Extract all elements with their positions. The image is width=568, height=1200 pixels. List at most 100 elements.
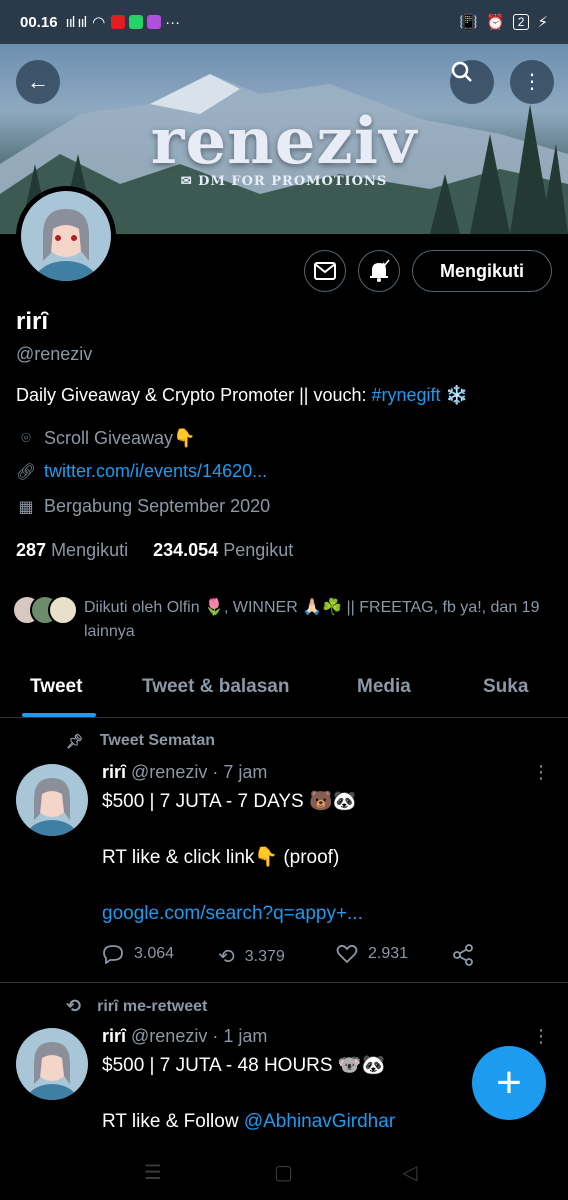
bio-emoji: ❄️ [445,385,468,405]
pin-icon: 📌︎ [66,732,84,749]
followers-count: 234.054 [153,540,219,560]
alarm-icon: ⏰ [486,14,505,31]
status-bar: 00.16 ııl ııl ◠ ··· 📳 ⏰ 2 ⚡ [0,0,568,44]
compose-tweet-button[interactable]: + [472,1046,546,1120]
website-link[interactable]: twitter.com/i/events/14620... [44,461,267,482]
share-icon [453,944,473,966]
followers-stat[interactable]: 234.054 Pengikut [153,540,293,560]
location-pin-icon: ⌾ [21,429,31,447]
tweet-author-handle[interactable]: @reneziv [131,762,207,782]
tweet-body[interactable]: $500 | 7 JUTA - 7 DAYS 🐻🐼 RT like & clic… [102,788,363,928]
mail-icon [314,262,336,280]
profile-tabs: Tweet Tweet & balasan Media Suka [0,660,568,718]
tweet-header: rirȋ @reneziv · 1 jam [102,1026,267,1047]
signal-icon: ııl ııl [65,13,87,31]
avatar-illustration [21,191,111,281]
following-count: 287 [16,540,47,560]
like-button[interactable]: 2.931 [336,944,408,964]
retweet-context: ⟲ rirȋ me-retweet [66,996,207,1017]
following-stat[interactable]: 287 Mengikuti [16,540,128,560]
active-tab-indicator [22,713,96,717]
bell-check-icon [370,259,390,282]
avatar [48,595,78,625]
tab-media[interactable]: Media [357,676,411,698]
wifi-icon: ◠ [92,14,106,31]
following-button[interactable]: Mengikuti [412,250,552,292]
message-button[interactable] [304,250,346,292]
vibrate-icon: 📳 [459,14,479,31]
tweet-more-icon[interactable]: ⋮ [532,762,550,783]
pinned-label: Tweet Sematan [99,732,216,749]
tweet-author-name[interactable]: rirȋ [102,762,126,782]
back-arrow-icon: ← [27,69,49,94]
nav-back-icon[interactable]: ◁ [402,1160,417,1185]
search-icon [451,61,472,82]
bio-text: Daily Giveaway & Crypto Promoter || vouc… [16,385,372,405]
bio-hashtag-link[interactable]: #rynegift [371,385,440,405]
retweet-context-icon: ⟲ [66,996,82,1016]
tweet-time: · 7 jam [212,762,268,782]
tweet-line-text: RT like & Follow [102,1111,244,1132]
retweet-button[interactable]: ⟲ 3.379 [218,944,285,969]
link-icon: 🔗︎ [16,463,37,481]
like-count: 2.931 [368,945,409,962]
profile-name: rirȋ [16,308,49,335]
tweet-author-handle[interactable]: @reneziv [131,1026,207,1046]
search-button[interactable] [450,60,494,104]
profile-location: ⌾ Scroll Giveaway👇 [16,428,195,449]
profile-avatar[interactable] [16,186,116,286]
tweet-mention-link[interactable]: @AbhinavGirdhar [244,1111,395,1132]
pinned-context: 📌︎ Tweet Sematan [66,732,215,750]
tweet-line: $500 | 7 JUTA - 7 DAYS 🐻🐼 [102,791,357,812]
tab-tweets[interactable]: Tweet [30,676,82,698]
tweet-link[interactable]: google.com/search?q=appy+... [102,900,363,928]
retweet-icon: ⟲ [218,946,235,968]
tweet-line: RT like & Follow @AbhinavGirdhar [102,1108,395,1136]
recent-apps-icon[interactable]: ☰ [144,1160,162,1185]
more-options-button[interactable]: ⋮ [510,60,554,104]
profile-joined: ▦ Bergabung September 2020 [16,496,270,517]
back-button[interactable]: ← [16,60,60,104]
plus-icon: + [496,1058,522,1107]
joined-text: Bergabung September 2020 [44,496,271,516]
more-notifications-icon: ··· [165,13,181,31]
tab-tweets-replies[interactable]: Tweet & balasan [142,676,289,698]
profile-stats: 287 Mengikuti 234.054 Pengikut [16,540,293,561]
tab-likes[interactable]: Suka [483,676,528,698]
following-label: Mengikuti [51,540,129,560]
profile-handle: @reneziv [16,344,93,364]
share-button[interactable] [452,944,474,966]
followed-by-text[interactable]: Diikuti oleh Olfin 🌷, WINNER 🙏🏻☘️ || FRE… [84,596,554,644]
tweet-avatar[interactable] [16,764,88,836]
system-navigation-bar: ☰ ▢ ◁ [0,1150,568,1200]
heart-icon [336,944,358,964]
reply-icon [103,945,123,964]
mutual-follower-avatars[interactable] [12,595,78,625]
tweet-body[interactable]: $500 | 7 JUTA - 48 HOURS 🐨🐼 RT like & Fo… [102,1052,395,1136]
calendar-icon: ▦ [18,498,34,516]
tweet-divider [0,982,568,983]
reply-button[interactable]: 3.064 [102,944,174,964]
banner-brand-text: reneziv [150,104,418,179]
battery-icon: 2 [512,14,530,30]
notifications-button[interactable] [358,250,400,292]
charging-icon: ⚡ [537,14,548,31]
retweet-count: 3.379 [244,947,285,965]
whatsapp-icon [129,15,144,29]
status-time: 00.16 [20,13,58,31]
reply-count: 3.064 [134,945,175,962]
tweet-line: RT like & click link👇 (proof) [102,847,340,868]
tweet-header: rirȋ @reneziv · 7 jam [102,762,267,783]
tweet-avatar[interactable] [16,1028,88,1100]
home-icon[interactable]: ▢ [274,1160,293,1185]
tweet-author-name[interactable]: rirȋ [102,1026,126,1046]
tweet-time: · 1 jam [212,1026,268,1046]
more-vertical-icon: ⋮ [522,71,542,93]
retweet-context-label[interactable]: rirȋ me-retweet [97,998,207,1016]
profile-website: 🔗︎ twitter.com/i/events/14620... [16,461,267,482]
tweet-more-icon[interactable]: ⋮ [532,1026,550,1047]
app-notification-icon [147,15,162,29]
location-text: Scroll Giveaway👇 [44,428,196,448]
followers-label: Pengikut [223,540,294,560]
tweet-line: $500 | 7 JUTA - 48 HOURS 🐨🐼 [102,1055,386,1076]
